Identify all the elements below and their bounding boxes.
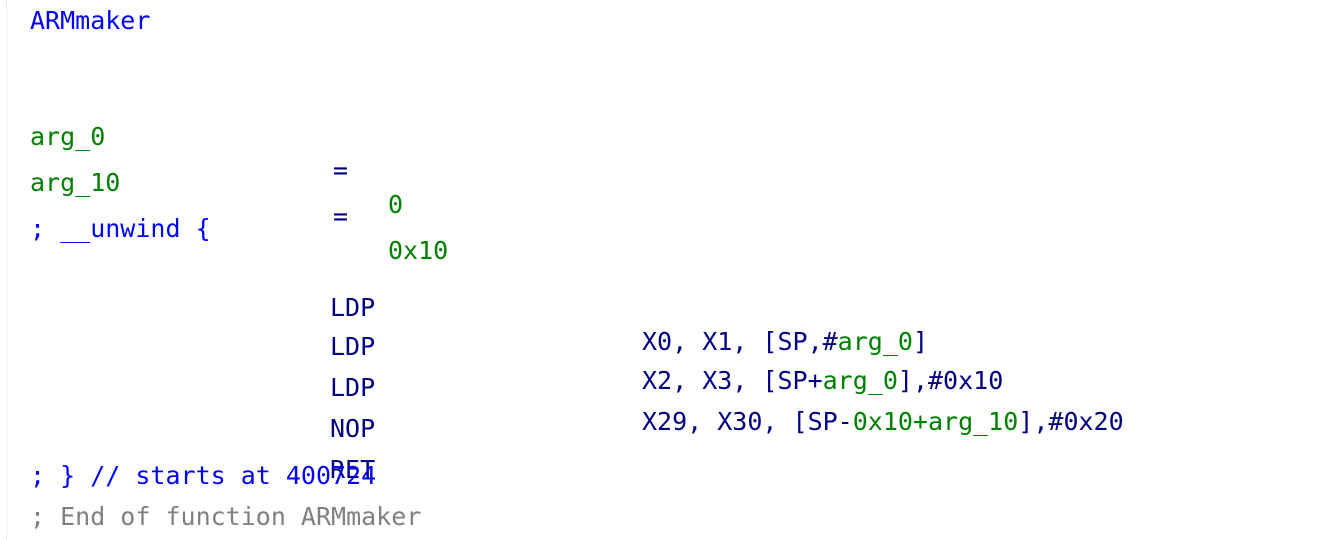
mnemonic: LDP — [330, 332, 376, 361]
operand-symbol[interactable]: arg_0 — [823, 366, 898, 395]
arg-name[interactable]: arg_10 — [30, 166, 120, 200]
unwind-end-comment: ; } // starts at 400724 — [30, 461, 377, 490]
operand-symbol[interactable]: arg_0 — [838, 327, 913, 356]
unwind-start-comment: ; __unwind { — [30, 214, 211, 243]
disassembly-view[interactable]: ARMmaker arg_0 = 0 arg_10 = 0x10 ; __unw… — [0, 0, 1340, 540]
mnemonic: LDP — [330, 373, 376, 402]
instruction-row[interactable]: NOP — [30, 378, 375, 443]
gutter — [0, 0, 7, 540]
operands: X2, X3, [SP+arg_0],#0x10 — [642, 366, 1004, 395]
mnemonic: LDP — [330, 293, 376, 322]
arg-definition-row[interactable]: arg_0 = 0 — [30, 86, 403, 219]
operands: X29, X30, [SP-0x10+arg_10],#0x20 — [642, 407, 1124, 436]
instruction-row[interactable]: LDP X2, X3, [SP+arg_0],#0x10 — [30, 296, 1003, 395]
instruction-row[interactable]: LDP X29, X30, [SP-0x10+arg_10],#0x20 — [30, 337, 1124, 436]
arg-operator: = — [333, 202, 349, 231]
instruction-row[interactable]: RET — [30, 419, 375, 484]
arg-value: 0 — [388, 190, 404, 219]
arg-value: 0x10 — [388, 236, 449, 265]
instruction-row[interactable]: LDP X0, X1, [SP,#arg_0] — [30, 257, 928, 356]
arg-definition-row[interactable]: arg_10 = 0x10 — [30, 132, 448, 265]
operand-symbol[interactable]: 0x10+arg_10 — [853, 407, 1019, 436]
operands: X0, X1, [SP,#arg_0] — [642, 327, 928, 356]
end-of-function-comment: ; End of function ARMmaker — [30, 502, 422, 531]
arg-operator: = — [333, 156, 349, 185]
mnemonic: NOP — [330, 414, 376, 443]
function-label[interactable]: ARMmaker — [30, 4, 150, 38]
